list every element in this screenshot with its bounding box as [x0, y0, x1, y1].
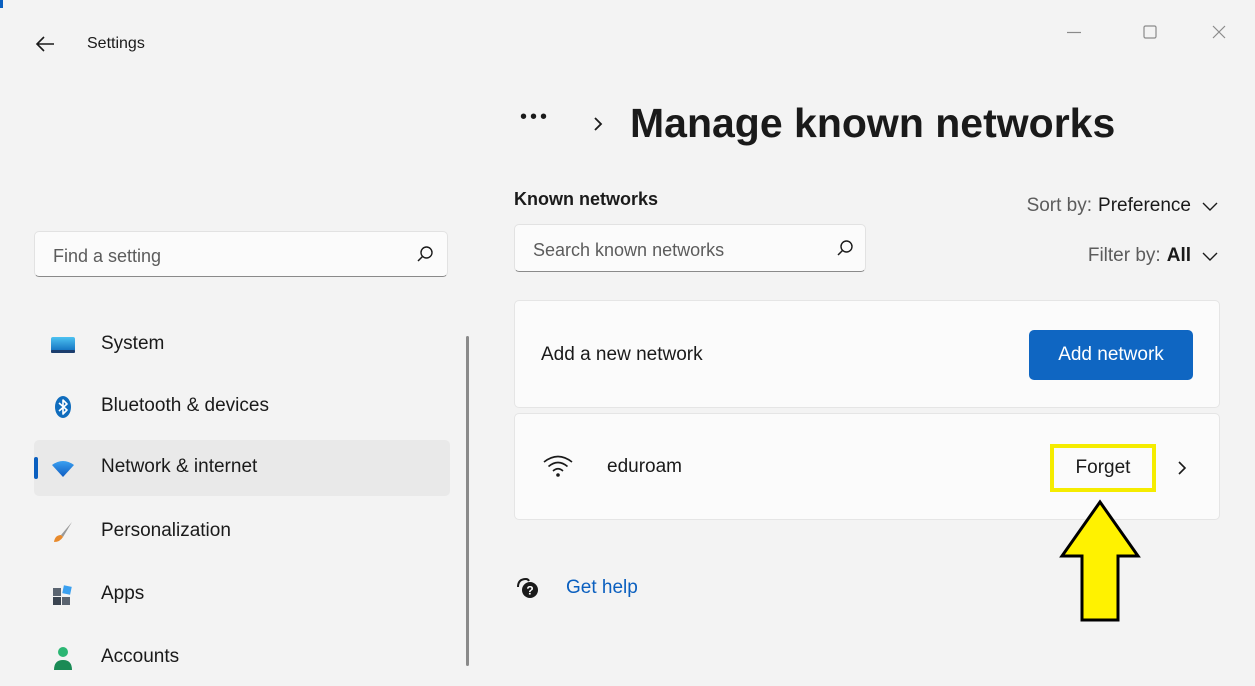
get-help-link[interactable]: Get help: [566, 577, 638, 599]
find-setting-box[interactable]: [34, 231, 448, 277]
search-icon[interactable]: [415, 244, 435, 264]
sidebar-item-accounts[interactable]: Accounts: [34, 630, 450, 686]
maximize-icon[interactable]: [1138, 20, 1162, 44]
annotation-arrow-icon: [1059, 499, 1141, 622]
search-networks-input[interactable]: [531, 236, 825, 264]
window-title: Settings: [87, 35, 145, 52]
page-title: Manage known networks: [630, 100, 1116, 146]
sidebar-item-label: Bluetooth & devices: [101, 395, 269, 416]
add-network-card: Add a new network Add network: [514, 300, 1220, 408]
find-setting-input[interactable]: [51, 242, 395, 270]
chevron-down-icon: [1202, 202, 1218, 211]
sidebar-item-label: Personalization: [101, 520, 231, 541]
sidebar-item-label: Network & internet: [101, 456, 258, 477]
sidebar-item-apps[interactable]: Apps: [34, 567, 450, 623]
filter-dropdown[interactable]: Filter by: All: [1088, 245, 1219, 267]
sort-dropdown[interactable]: Sort by: Preference: [1027, 195, 1219, 217]
person-icon: [54, 647, 72, 670]
sidebar-item-bluetooth[interactable]: Bluetooth & devices: [34, 379, 450, 435]
wifi-diamond-icon: [52, 461, 74, 477]
add-network-label: Add a new network: [541, 344, 703, 365]
sidebar-item-system[interactable]: System: [34, 317, 450, 373]
chevron-down-icon: [1202, 252, 1218, 261]
sort-label: Sort by:: [1026, 195, 1093, 216]
selection-indicator: [34, 457, 38, 479]
apps-icon: [53, 585, 72, 605]
section-title: Known networks: [514, 189, 659, 209]
sidebar-item-label: Apps: [101, 583, 145, 604]
svg-text:?: ?: [526, 584, 533, 598]
sort-value: Preference: [1098, 195, 1191, 216]
sidebar-item-personalization[interactable]: Personalization: [34, 504, 450, 560]
help-icon: ?: [517, 577, 538, 598]
minimize-icon[interactable]: [1062, 20, 1086, 44]
paintbrush-icon: [54, 522, 72, 542]
search-networks-box[interactable]: [514, 224, 866, 272]
wifi-icon: [543, 455, 573, 477]
forget-button[interactable]: Forget: [1050, 444, 1156, 492]
search-icon[interactable]: [835, 238, 855, 258]
network-name: eduroam: [607, 456, 682, 477]
sidebar-item-network[interactable]: Network & internet: [34, 440, 450, 496]
filter-value: All: [1166, 245, 1191, 266]
filter-label: Filter by:: [1087, 245, 1161, 266]
add-network-button[interactable]: Add network: [1029, 330, 1193, 380]
sidebar-item-label: System: [101, 333, 165, 354]
back-arrow-icon[interactable]: [34, 33, 56, 55]
sidebar-scrollbar[interactable]: [466, 336, 469, 666]
sidebar-item-label: Accounts: [101, 646, 180, 667]
bluetooth-icon: [55, 396, 71, 418]
close-icon[interactable]: [1207, 20, 1231, 44]
system-monitor-icon: [51, 337, 75, 353]
window-accent-mark: [0, 0, 3, 8]
chevron-right-icon[interactable]: [1175, 457, 1189, 479]
breadcrumb-overflow[interactable]: •••: [520, 106, 550, 129]
chevron-right-icon: [594, 117, 603, 131]
